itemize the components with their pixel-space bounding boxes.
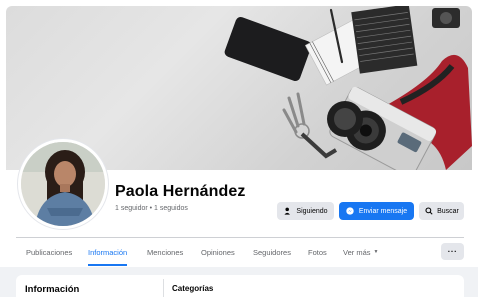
send-message-button[interactable]: Enviar mensaje <box>339 202 414 220</box>
avatar-photo <box>21 142 105 226</box>
tab-seguidores[interactable]: Seguidores <box>253 240 291 264</box>
user-check-icon <box>283 207 292 216</box>
tab-label: Fotos <box>308 247 327 257</box>
header-divider <box>16 237 464 238</box>
tab-publicaciones[interactable]: Publicaciones <box>26 240 72 264</box>
send-message-label: Enviar mensaje <box>358 207 408 215</box>
messenger-icon <box>346 207 355 216</box>
profile-avatar[interactable] <box>18 139 108 229</box>
info-card <box>16 275 464 297</box>
search-label: Buscar <box>437 207 459 215</box>
tab-informacion[interactable]: Información <box>88 240 128 266</box>
column-divider <box>163 279 164 297</box>
profile-page: Paola Hernández 1 seguidor • 1 seguidos … <box>0 0 478 297</box>
tab-menciones[interactable]: Menciones <box>147 240 183 264</box>
categories-title: Categorías <box>172 284 214 293</box>
tab-label: Opiniones <box>201 247 235 257</box>
tab-label: Menciones <box>147 247 184 257</box>
more-dots-icon: ··· <box>447 247 458 256</box>
search-button[interactable]: Buscar <box>419 202 464 220</box>
following-label: Siguiendo <box>296 207 328 215</box>
tab-label: Información <box>88 247 128 257</box>
search-icon <box>424 207 433 216</box>
tab-opiniones[interactable]: Opiniones <box>201 240 235 264</box>
tab-ver-mas[interactable]: Ver más ▼ <box>343 240 378 264</box>
tab-label: Publicaciones <box>26 247 73 257</box>
tab-label: Ver más <box>343 247 371 257</box>
tab-label: Seguidores <box>253 247 291 257</box>
profile-tabs: Publicaciones Información Menciones Opin… <box>16 240 426 266</box>
caret-down-icon: ▼ <box>373 249 379 255</box>
following-button[interactable]: Siguiendo <box>277 202 334 220</box>
profile-name: Paola Hernández <box>115 183 246 200</box>
more-options-button[interactable]: ··· <box>441 243 464 260</box>
info-section-title: Información <box>25 284 80 295</box>
follower-count[interactable]: 1 seguidor • 1 seguidos <box>115 205 188 212</box>
tab-fotos[interactable]: Fotos <box>308 240 327 264</box>
